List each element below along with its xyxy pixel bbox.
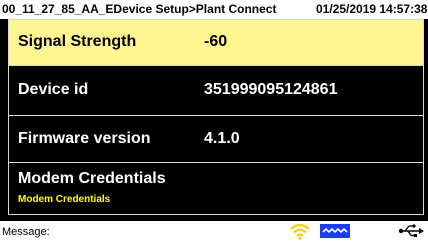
status-bar: Message: [0,221,428,241]
modem-credentials-row[interactable]: Modem Credentials Modem Credentials [8,162,424,215]
date-time: 01/25/2019 14:57:38 [316,2,428,16]
title-bar: 00_11_27_85_AA_EDevice Setup>Plant Conne… [0,0,428,19]
signal-strength-row[interactable]: Signal Strength -60 [8,19,424,66]
modem-icon [320,224,350,238]
firmware-version-row[interactable]: Firmware version 4.1.0 [8,115,424,163]
modem-credentials-label: Modem Credentials [18,170,166,187]
usb-icon [398,224,424,238]
signal-strength-label: Signal Strength [18,33,137,50]
modem-credentials-sublabel: Modem Credentials [18,194,111,205]
device-screen: 00_11_27_85_AA_EDevice Setup>Plant Conne… [0,0,428,241]
device-id-label: Device id [18,81,89,98]
breadcrumb: 00_11_27_85_AA_EDevice Setup>Plant Conne… [2,2,277,16]
signal-strength-value: -60 [204,33,228,50]
firmware-version-label: Firmware version [18,130,151,147]
device-id-row[interactable]: Device id 351999095124861 [8,65,424,116]
wifi-icon [289,222,311,240]
message-label: Message: [2,226,50,238]
firmware-version-value: 4.1.0 [204,130,240,147]
settings-list: Signal Strength -60 Device id 3519990951… [8,19,424,215]
device-id-value: 351999095124861 [204,81,338,98]
